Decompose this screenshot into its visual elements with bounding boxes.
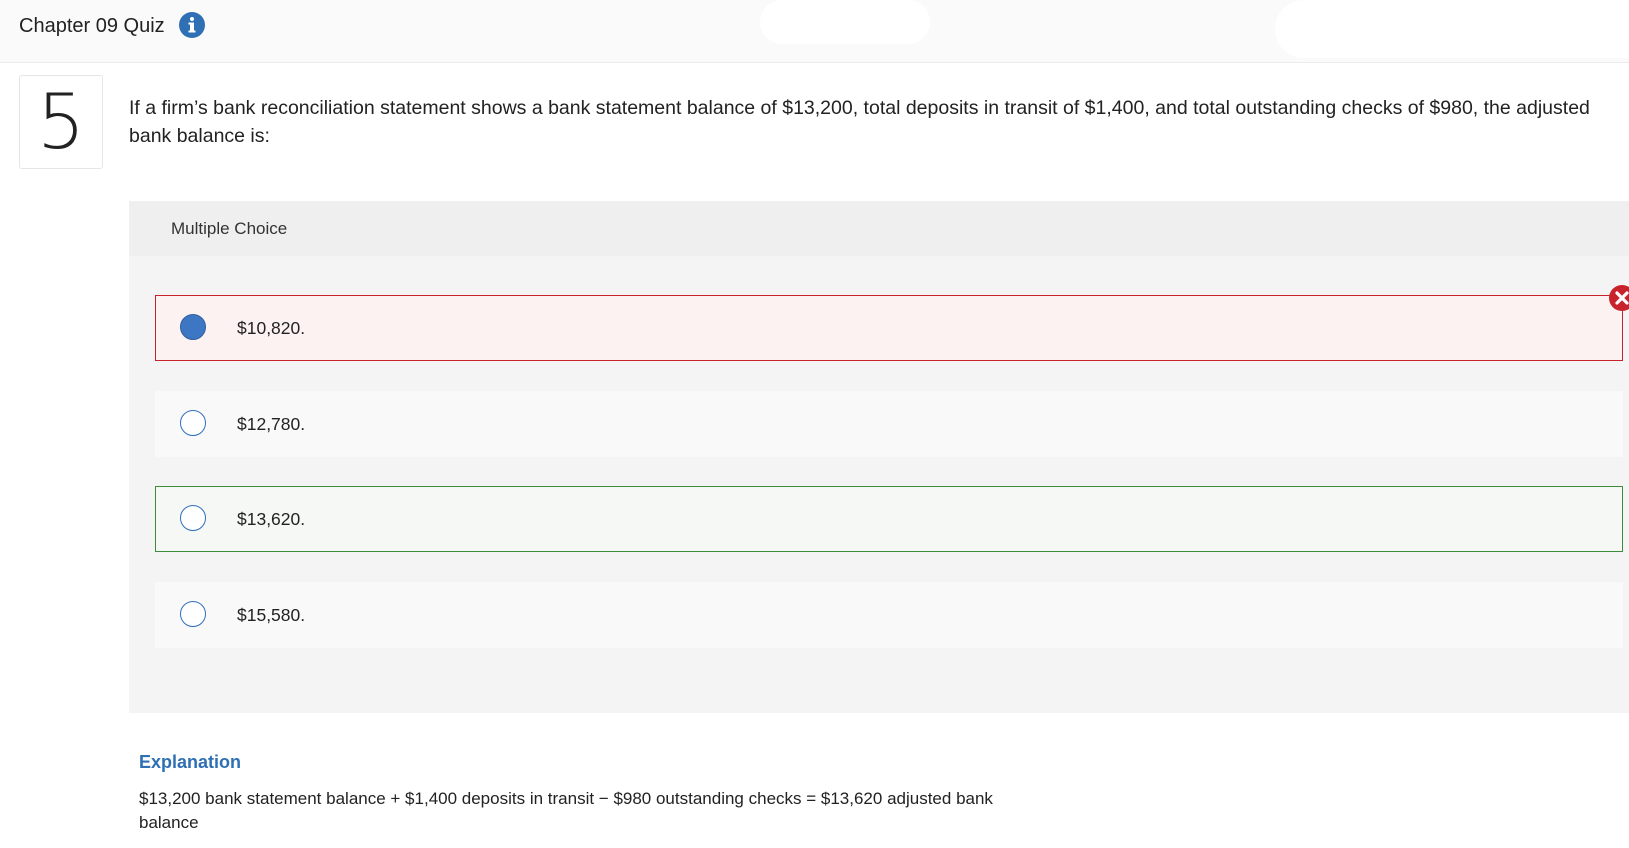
quiz-title: Chapter 09 Quiz [19, 15, 165, 37]
incorrect-x-icon [1609, 285, 1629, 311]
quiz-header: Chapter 09 Quiz [0, 0, 1629, 63]
answer-option-text: $10,820. [237, 318, 306, 338]
answer-option-3[interactable]: $13,620. [155, 486, 1623, 552]
multiple-choice-label: Multiple Choice [171, 219, 288, 238]
explanation-text: $13,200 bank statement balance + $1,400 … [139, 789, 993, 832]
radio-button[interactable] [180, 601, 206, 627]
answer-option-4[interactable]: $15,580. [155, 582, 1623, 648]
header-blob-1 [760, 0, 930, 44]
multiple-choice-header: Multiple Choice [129, 201, 1629, 256]
header-blob-2 [1275, 0, 1629, 58]
explanation-title: Explanation [139, 752, 242, 772]
answer-option-text: $13,620. [237, 509, 306, 529]
answer-option-2[interactable]: $12,780. [155, 391, 1623, 457]
question-text: If a firm’s bank reconciliation statemen… [129, 97, 1590, 147]
answer-option-text: $12,780. [237, 414, 306, 434]
info-icon[interactable] [179, 12, 205, 38]
radio-button[interactable] [180, 505, 206, 531]
radio-button-selected[interactable] [180, 314, 206, 340]
quiz-page: Chapter 09 Quiz 5 If a firm’s bank recon… [0, 0, 1629, 848]
question-number: 5 [19, 75, 103, 169]
answer-option-text: $15,580. [237, 605, 306, 625]
answer-option-1[interactable]: $10,820. [155, 295, 1623, 361]
radio-button[interactable] [180, 410, 206, 436]
multiple-choice-panel: Multiple Choice $10,820. $12,780. $13,62… [129, 201, 1629, 713]
